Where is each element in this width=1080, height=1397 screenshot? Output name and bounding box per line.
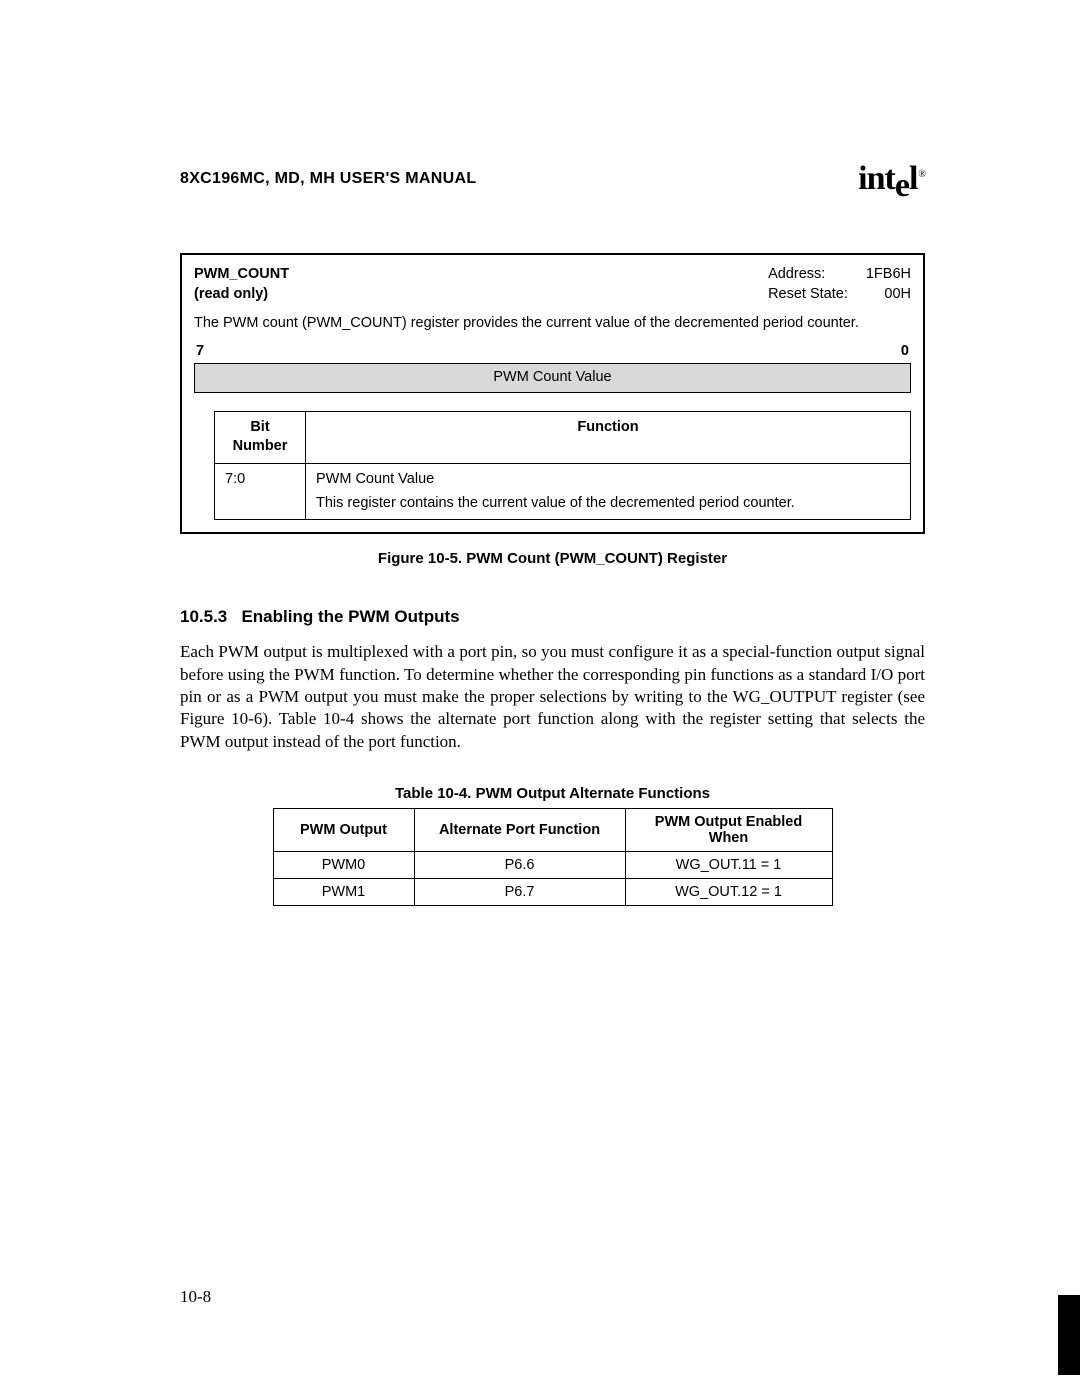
bit-index-row: 7 0 <box>194 342 911 362</box>
reset-label: Reset State: <box>768 285 848 305</box>
register-access: (read only) <box>194 285 289 305</box>
col-pwm-output: PWM Output <box>273 809 414 852</box>
table-row: 7:0 PWM Count Value This register contai… <box>215 463 911 519</box>
cell: P6.7 <box>414 879 625 906</box>
function-table: Bit Number Function 7:0 PWM Count Value … <box>214 411 911 520</box>
table-caption: Table 10-4. PWM Output Alternate Functio… <box>180 785 925 802</box>
page-number: 10-8 <box>180 1287 211 1307</box>
bit-low: 0 <box>901 342 909 362</box>
section-number: 10.5.3 <box>180 607 227 626</box>
page: 8XC196MC, MD, MH USER'S MANUAL intel® PW… <box>0 0 1080 1397</box>
alternate-functions-table: PWM Output Alternate Port Function PWM O… <box>273 808 833 906</box>
print-crop-mark <box>1058 1295 1080 1375</box>
register-description: The PWM count (PWM_COUNT) register provi… <box>194 314 911 334</box>
register-name: PWM_COUNT <box>194 266 289 282</box>
cell-function: PWM Count Value This register contains t… <box>306 463 911 519</box>
bit-high: 7 <box>196 342 204 362</box>
body-paragraph: Each PWM output is multiplexed with a po… <box>180 641 925 753</box>
col-alt-port: Alternate Port Function <box>414 809 625 852</box>
reset-value: 00H <box>866 285 911 305</box>
cell: PWM1 <box>273 879 414 906</box>
cell: WG_OUT.11 = 1 <box>625 852 832 879</box>
cell: P6.6 <box>414 852 625 879</box>
func-title: PWM Count Value <box>316 471 434 487</box>
register-meta: Address: 1FB6H Reset State: 00H <box>768 265 911 304</box>
col-bit-number: Bit Number <box>215 411 306 463</box>
address-value: 1FB6H <box>866 265 911 285</box>
figure-caption: Figure 10-5. PWM Count (PWM_COUNT) Regis… <box>180 550 925 567</box>
bit-field: PWM Count Value <box>194 363 911 393</box>
intel-logo: intel® <box>858 160 925 198</box>
table-header-row: Bit Number Function <box>215 411 911 463</box>
cell: WG_OUT.12 = 1 <box>625 879 832 906</box>
register-box: PWM_COUNT (read only) Address: 1FB6H Res… <box>180 253 925 534</box>
table-row: PWM1 P6.7 WG_OUT.12 = 1 <box>273 879 832 906</box>
document-title: 8XC196MC, MD, MH USER'S MANUAL <box>180 170 476 188</box>
func-desc: This register contains the current value… <box>316 494 900 514</box>
table-row: PWM0 P6.6 WG_OUT.11 = 1 <box>273 852 832 879</box>
col-function: Function <box>306 411 911 463</box>
col-enabled-when: PWM Output Enabled When <box>625 809 832 852</box>
cell-bit-range: 7:0 <box>215 463 306 519</box>
page-header: 8XC196MC, MD, MH USER'S MANUAL intel® <box>180 160 925 198</box>
section-title: Enabling the PWM Outputs <box>241 607 459 626</box>
section-heading: 10.5.3 Enabling the PWM Outputs <box>180 607 925 627</box>
register-name-block: PWM_COUNT (read only) <box>194 265 289 304</box>
table-header-row: PWM Output Alternate Port Function PWM O… <box>273 809 832 852</box>
cell: PWM0 <box>273 852 414 879</box>
address-label: Address: <box>768 265 848 285</box>
